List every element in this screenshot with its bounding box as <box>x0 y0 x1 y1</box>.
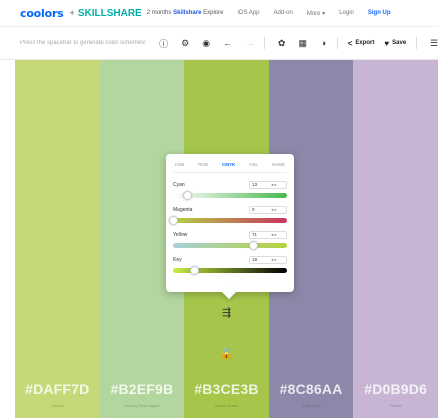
color-name: Canary <box>50 403 64 408</box>
yellow-row: Yellow 71 ◂ ▸ <box>173 230 287 250</box>
save-label: Save <box>392 40 407 46</box>
color-hex[interactable]: #B2EF9B <box>100 381 185 397</box>
promo-prefix: 2 months <box>146 10 174 16</box>
nav-link-ios-app[interactable]: iOS App <box>237 10 259 16</box>
magenta-label: Magenta <box>173 206 193 213</box>
export-label: Export <box>355 40 375 46</box>
magenta-slider-track[interactable] <box>168 216 287 225</box>
key-label: Key <box>173 256 182 263</box>
lock-icon[interactable]: 🔒 <box>184 347 269 360</box>
toolbar: Press the spacebar to generate color sch… <box>0 26 438 60</box>
top-nav: coolors + SKILLSHARE 2 months Skillshare… <box>0 0 438 26</box>
tab-hsb[interactable]: HSB <box>175 162 184 167</box>
color-hex[interactable]: #B3CE3B <box>184 381 269 397</box>
yellow-slider-thumb[interactable] <box>249 241 259 250</box>
color-column[interactable]: #DAFF7D Canary <box>15 60 100 418</box>
key-stepper[interactable]: 19 ◂ ▸ <box>249 255 287 264</box>
magenta-row: Magenta 0 ◂ ▸ <box>168 205 287 225</box>
color-mode-tabs: HSB RGB CMYK HSL NAME <box>173 160 287 173</box>
color-hex[interactable]: #8C86AA <box>269 381 354 397</box>
key-row: Key 19 ◂ ▸ <box>173 255 287 275</box>
cyan-slider-thumb[interactable] <box>183 191 193 200</box>
settings-icon[interactable]: ⚙ <box>181 38 189 49</box>
plus-sign: + <box>69 8 75 18</box>
stepper-arrows-icon[interactable]: ◂ ▸ <box>271 232 277 238</box>
view-icon[interactable]: ◑ <box>320 38 327 48</box>
nav-link-add-on[interactable]: Add-on <box>273 10 292 16</box>
key-slider-thumb[interactable] <box>190 266 200 275</box>
nav-link-login[interactable]: Login <box>339 10 354 16</box>
magenta-stepper[interactable]: 0 ◂ ▸ <box>249 205 287 214</box>
stepper-arrows-icon[interactable]: ◂ ▸ <box>271 207 277 213</box>
key-slider-track[interactable] <box>173 266 287 275</box>
adjust-sliders-icon[interactable]: ⇶ <box>184 306 269 319</box>
undo-icon[interactable]: ← <box>223 38 232 48</box>
redo-icon[interactable]: → <box>245 38 254 48</box>
tab-name[interactable]: NAME <box>272 162 285 167</box>
info-icon[interactable]: ⓘ <box>159 37 168 50</box>
color-name: Thistle <box>389 403 402 408</box>
toolbar-divider <box>264 37 265 49</box>
color-name: Granny Smith Apple <box>124 403 160 408</box>
adjust-icon[interactable]: ✿ <box>278 38 286 49</box>
tab-cmyk[interactable]: CMYK <box>222 162 235 167</box>
camera-icon[interactable]: ◉ <box>202 38 210 49</box>
yellow-stepper[interactable]: 71 ◂ ▸ <box>249 230 287 239</box>
heart-icon: ♥ <box>384 38 390 48</box>
nav-link-more[interactable]: More ▾ <box>307 10 325 17</box>
color-name: Cool Grey <box>302 403 321 408</box>
tab-hsl[interactable]: HSL <box>249 162 258 167</box>
promo-suffix: Explore <box>201 10 224 16</box>
color-hex[interactable]: #D0B9D6 <box>353 381 438 397</box>
yellow-value[interactable]: 71 <box>252 232 268 237</box>
key-value[interactable]: 19 <box>252 257 268 262</box>
stepper-arrows-icon[interactable]: ◂ ▸ <box>271 257 277 263</box>
yellow-label: Yellow <box>173 231 188 238</box>
yellow-slider-track[interactable] <box>173 241 287 250</box>
cyan-label: Cyan <box>173 181 185 188</box>
cyan-stepper[interactable]: 13 ◂ ▸ <box>249 180 287 189</box>
grid-icon[interactable]: ▦ <box>298 38 307 49</box>
nav-link-signup[interactable]: Sign Up <box>368 10 391 16</box>
toolbar-divider <box>416 37 417 49</box>
cyan-value[interactable]: 13 <box>252 182 268 187</box>
color-hex[interactable]: #DAFF7D <box>15 381 100 397</box>
cyan-slider-track[interactable] <box>173 191 287 200</box>
skillshare-logo[interactable]: SKILLSHARE <box>78 8 142 19</box>
export-button[interactable]: < Export <box>348 39 375 48</box>
share-icon: < <box>347 38 353 48</box>
magenta-slider-thumb[interactable] <box>168 216 178 225</box>
spacebar-hint: Press the spacebar to generate color sch… <box>20 40 146 46</box>
magenta-value[interactable]: 0 <box>252 207 268 212</box>
cyan-row: Cyan 13 ◂ ▸ <box>173 180 287 200</box>
stepper-arrows-icon[interactable]: ◂ ▸ <box>271 182 277 188</box>
save-button[interactable]: ♥ Save <box>384 39 406 48</box>
color-picker-popup: HSB RGB CMYK HSL NAME Cyan 13 ◂ ▸ Magenta… <box>166 154 294 292</box>
coolors-logo[interactable]: coolors <box>20 7 64 20</box>
menu-icon[interactable]: ☰ <box>430 38 438 49</box>
promo-text[interactable]: 2 months Skillshare Explore <box>147 10 224 16</box>
toolbar-divider <box>336 37 338 49</box>
color-name: Yellow-Green <box>214 403 239 408</box>
promo-highlight: Skillshare <box>173 10 202 16</box>
color-column[interactable]: #D0B9D6 Thistle <box>353 60 438 418</box>
tab-rgb[interactable]: RGB <box>198 162 208 167</box>
